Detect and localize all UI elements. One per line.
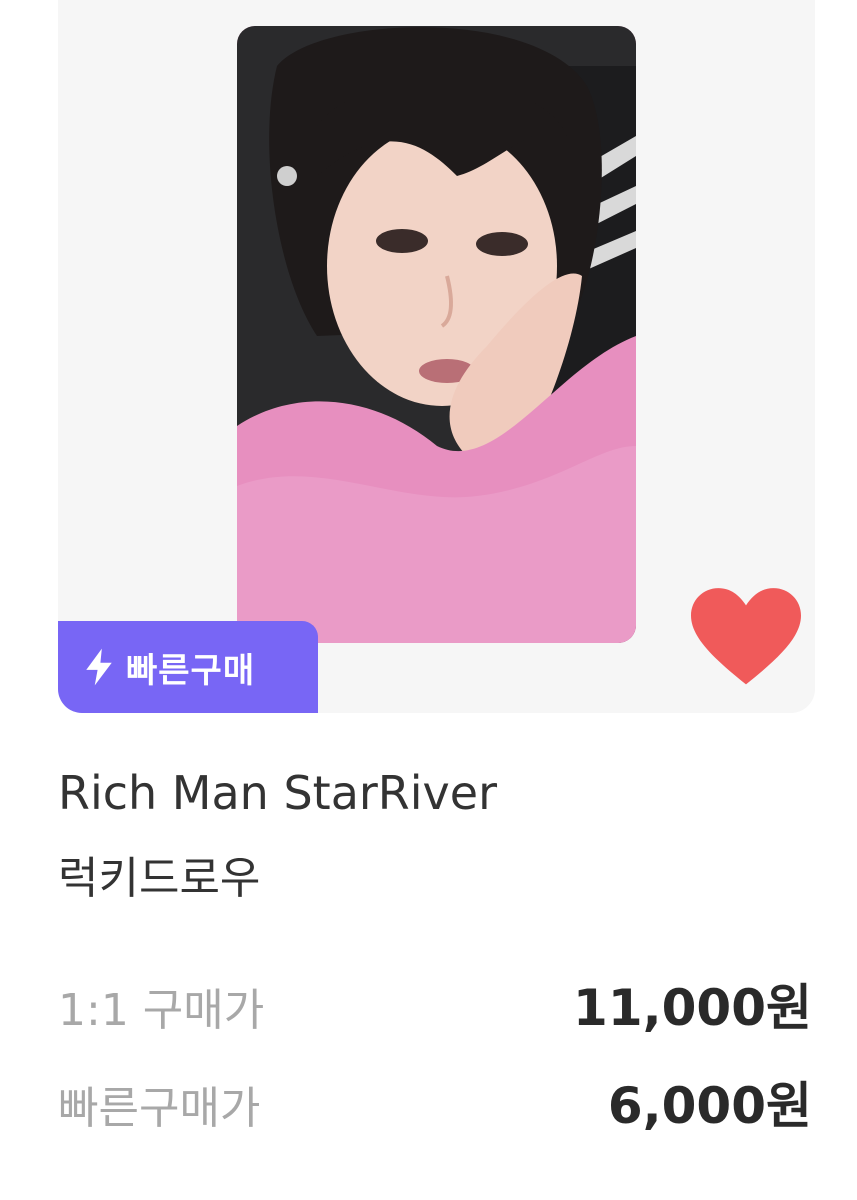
- price-row-quick: 빠른구매가 6,000원: [58, 1066, 812, 1138]
- price-label-quick: 빠른구매가: [58, 1083, 261, 1134]
- product-title[interactable]: Rich Man StarRiver: [58, 766, 497, 820]
- price-label-1to1: 1:1 구매가: [58, 985, 265, 1036]
- quick-purchase-label: 빠른구매: [126, 650, 256, 691]
- product-card-media[interactable]: 빠른구매: [58, 0, 815, 713]
- lightning-icon: [82, 647, 116, 687]
- favorite-heart-icon[interactable]: [691, 588, 801, 688]
- product-subtitle: 럭키드로우: [58, 853, 261, 904]
- price-value-quick: 6,000원: [607, 1077, 812, 1135]
- price-value-1to1: 11,000원: [573, 979, 812, 1037]
- product-photo[interactable]: [237, 26, 636, 643]
- quick-purchase-badge: 빠른구매: [58, 621, 318, 713]
- photocard-image: [237, 26, 636, 643]
- price-row-1to1: 1:1 구매가 11,000원: [58, 968, 812, 1040]
